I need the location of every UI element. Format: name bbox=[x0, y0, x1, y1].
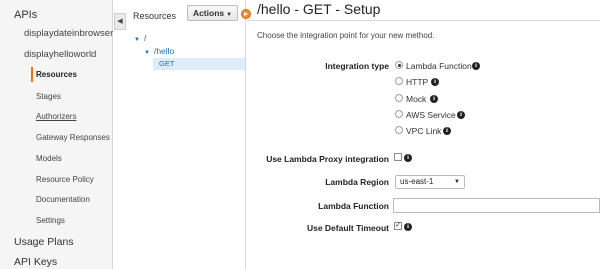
proxy-integration-label: Use Lambda Proxy integration bbox=[266, 154, 389, 164]
caret-down-icon: ▼ bbox=[226, 12, 233, 18]
info-icon[interactable]: i bbox=[443, 127, 451, 135]
tree-node-root-label: / bbox=[143, 33, 147, 43]
sidebar-item-stages[interactable]: Stages bbox=[36, 92, 61, 101]
tree-node-hello[interactable]: ▼/hello bbox=[144, 46, 174, 56]
info-icon[interactable]: i bbox=[404, 223, 412, 231]
radio-aws-service[interactable] bbox=[395, 110, 403, 118]
radio-http[interactable] bbox=[395, 77, 403, 85]
radio-mock[interactable] bbox=[395, 94, 403, 102]
actions-label: Actions bbox=[192, 8, 225, 18]
lambda-region-select[interactable]: us-east-1 ▼ bbox=[395, 175, 465, 189]
sidebar-item-authorizers[interactable]: Authorizers bbox=[36, 112, 76, 121]
sidebar-item-settings[interactable]: Settings bbox=[36, 216, 65, 225]
option-vpc-link-label[interactable]: VPC Link bbox=[406, 126, 441, 136]
sidebar-item-models[interactable]: Models bbox=[36, 154, 62, 163]
resources-panel: Resources Actions ▼ ▼ / ▼/hello GET bbox=[127, 0, 246, 269]
lambda-function-label: Lambda Function bbox=[318, 201, 389, 211]
option-aws-service-label[interactable]: AWS Service bbox=[406, 110, 456, 120]
expand-arrow-icon: ▼ bbox=[134, 37, 140, 43]
intro-text: Choose the integration point for your ne… bbox=[257, 31, 435, 40]
caret-down-icon: ▼ bbox=[454, 179, 460, 185]
integration-type-label: Integration type bbox=[325, 61, 389, 71]
radio-lambda-function[interactable] bbox=[395, 61, 403, 69]
default-timeout-checkbox[interactable]: ✓ bbox=[394, 222, 402, 230]
sidebar-apis[interactable]: APIs bbox=[14, 9, 37, 21]
radio-vpc-link[interactable] bbox=[395, 126, 403, 134]
expand-arrow-icon: ▼ bbox=[144, 50, 150, 56]
info-icon[interactable]: i bbox=[472, 62, 480, 70]
active-indicator bbox=[31, 67, 33, 82]
sidebar-item-gateway-responses[interactable]: Gateway Responses bbox=[36, 133, 110, 142]
actions-dropdown-button[interactable]: Actions ▼ bbox=[187, 5, 238, 21]
sidebar-api-displayhelloworld[interactable]: displayhelloworld bbox=[24, 49, 96, 60]
lambda-function-input[interactable] bbox=[393, 198, 600, 213]
info-icon[interactable]: i bbox=[404, 154, 412, 162]
sidebar-item-resource-policy[interactable]: Resource Policy bbox=[36, 175, 94, 184]
sidebar-item-documentation[interactable]: Documentation bbox=[36, 195, 90, 204]
default-timeout-label: Use Default Timeout bbox=[306, 223, 389, 233]
info-icon[interactable]: i bbox=[430, 95, 438, 103]
option-http-label[interactable]: HTTP bbox=[406, 77, 428, 87]
info-icon[interactable]: i bbox=[431, 78, 439, 86]
sidebar-usage-plans[interactable]: Usage Plans bbox=[14, 236, 74, 248]
tree-node-root[interactable]: ▼ / bbox=[134, 33, 146, 43]
sidebar-api-displaydateinbrowser[interactable]: displaydateinbrowser bbox=[24, 28, 113, 39]
sidebar-item-resources[interactable]: Resources bbox=[36, 70, 77, 79]
info-icon[interactable]: i bbox=[457, 111, 465, 119]
resources-title: Resources bbox=[133, 11, 177, 21]
lambda-region-label: Lambda Region bbox=[325, 177, 389, 187]
option-mock-label[interactable]: Mock bbox=[406, 94, 426, 104]
option-lambda-function-label[interactable]: Lambda Function bbox=[406, 61, 472, 71]
lambda-region-value: us-east-1 bbox=[400, 177, 434, 186]
tree-node-hello-label: /hello bbox=[153, 46, 175, 56]
page-title: /hello - GET - Setup bbox=[257, 1, 381, 17]
tree-node-get-method[interactable]: GET bbox=[153, 58, 245, 70]
collapse-sidebar-icon[interactable]: ◀ bbox=[114, 13, 126, 30]
sidebar-api-keys[interactable]: API Keys bbox=[14, 256, 57, 268]
sidebar: APIs displaydateinbrowser displayhellowo… bbox=[0, 0, 113, 269]
proxy-integration-checkbox[interactable] bbox=[394, 153, 402, 161]
expand-panel-icon[interactable] bbox=[241, 9, 251, 19]
